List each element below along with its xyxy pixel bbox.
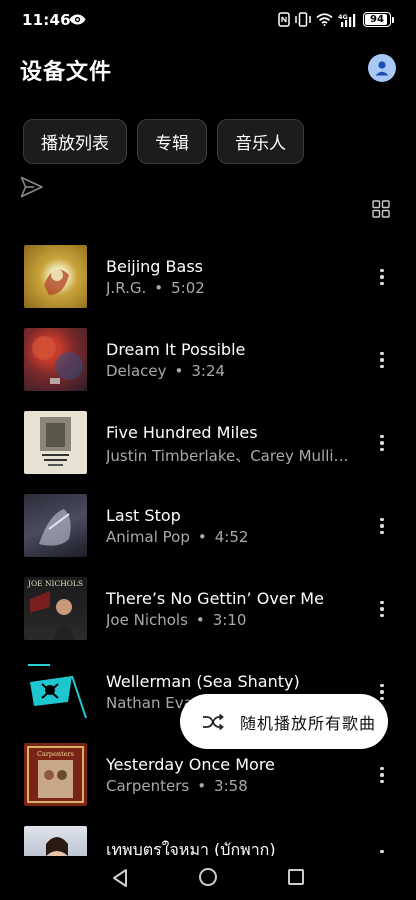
song-list: Beijing Bass J.R.G. • 5:02 Dream It Possib… (0, 236, 416, 856)
more-options-icon[interactable] (372, 847, 392, 856)
album-cover (24, 494, 87, 557)
song-item[interactable]: เทพบุตรใจหมา (บักพาก) (0, 817, 416, 856)
song-subtitle: Joe Nichols • 3:10 (106, 611, 247, 629)
battery-level: 94 (370, 13, 384, 25)
vibrate-icon (295, 12, 311, 27)
shuffle-all-button[interactable]: 随机播放所有歌曲 (180, 694, 388, 749)
tab-albums[interactable]: 专辑 (137, 119, 207, 164)
grid-view-icon[interactable] (372, 200, 390, 218)
status-bar: 11:46 4G 94 (0, 0, 416, 40)
status-time: 11:46 (22, 11, 71, 29)
album-cover (24, 826, 87, 856)
cover-text: JOE NICHOLS (27, 579, 83, 588)
person-icon (375, 61, 389, 76)
signal-4g-icon: 4G (338, 13, 356, 27)
song-subtitle: Nathan Eva (106, 694, 193, 712)
more-options-icon[interactable] (372, 432, 392, 454)
more-options-icon[interactable] (372, 349, 392, 371)
battery-tip (392, 16, 394, 23)
home-icon[interactable] (199, 868, 217, 886)
shuffle-icon (202, 713, 224, 731)
song-item[interactable]: Last Stop Animal Pop • 4:52 (0, 485, 416, 568)
song-item[interactable]: Beijing Bass J.R.G. • 5:02 (0, 236, 416, 319)
song-item[interactable]: Dream It Possible Delacey • 3:24 (0, 319, 416, 402)
song-title: Yesterday Once More (106, 755, 275, 774)
more-options-icon[interactable] (372, 598, 392, 620)
song-subtitle: Delacey • 3:24 (106, 362, 226, 380)
album-cover: Carpenters (24, 743, 87, 806)
page-title: 设备文件 (20, 60, 113, 85)
send-icon[interactable] (20, 176, 44, 198)
song-title: Last Stop (106, 506, 181, 525)
more-options-icon[interactable] (372, 764, 392, 786)
tab-playlists[interactable]: 播放列表 (23, 119, 127, 164)
eye-icon (69, 14, 86, 25)
album-cover: JOE NICHOLS (24, 577, 87, 640)
shuffle-label: 随机播放所有歌曲 (240, 713, 377, 733)
album-cover (24, 328, 87, 391)
album-cover (24, 245, 87, 308)
status-icons: 4G 94 (278, 12, 394, 27)
svg-text:4G: 4G (338, 13, 348, 21)
navigation-bar (0, 856, 416, 900)
song-title: There’s No Gettin’ Over Me (106, 589, 324, 608)
song-title: Five Hundred Miles (106, 423, 258, 442)
recent-apps-icon[interactable] (288, 869, 304, 885)
song-subtitle: Justin Timberlake、Carey Mulli… (106, 447, 349, 465)
song-title: เทพบุตรใจหมา (บักพาก) (106, 840, 276, 856)
album-cover (24, 660, 87, 723)
song-item[interactable]: Five Hundred Miles Justin Timberlake、Car… (0, 402, 416, 485)
cover-text: Carpenters (37, 750, 74, 758)
avatar[interactable] (368, 54, 396, 82)
tab-artists[interactable]: 音乐人 (217, 119, 304, 164)
more-options-icon[interactable] (372, 266, 392, 288)
back-icon[interactable] (111, 868, 129, 888)
album-cover (24, 411, 87, 474)
song-subtitle: J.R.G. • 5:02 (106, 279, 205, 297)
song-subtitle: Animal Pop • 4:52 (106, 528, 249, 546)
song-title: Dream It Possible (106, 340, 246, 359)
song-subtitle: Carpenters • 3:58 (106, 777, 248, 795)
song-title: Beijing Bass (106, 257, 203, 276)
wifi-icon (316, 13, 333, 26)
song-title: Wellerman (Sea Shanty) (106, 672, 300, 691)
category-tabs: 播放列表 专辑 音乐人 (23, 119, 304, 164)
more-options-icon[interactable] (372, 515, 392, 537)
nfc-icon (278, 12, 290, 27)
song-item[interactable]: JOE NICHOLS There’s No Gettin’ Over Me J… (0, 568, 416, 651)
battery-icon: 94 (363, 12, 391, 27)
